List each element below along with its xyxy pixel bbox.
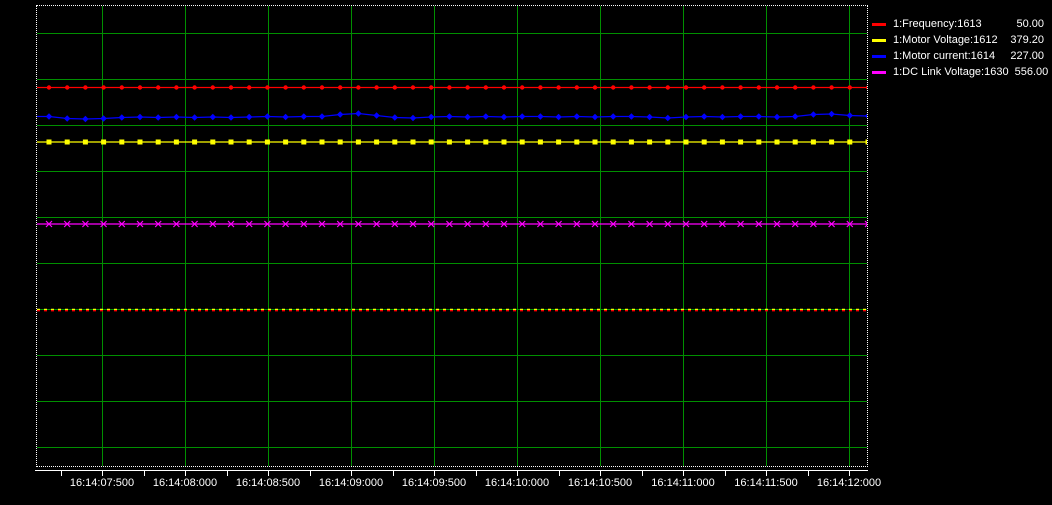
legend-label: 1:Motor current:1614: [893, 50, 995, 62]
legend: 1:Frequency:1613 50.00 1:Motor Voltage:1…: [872, 16, 1044, 80]
x-axis-tick: [725, 470, 726, 476]
x-axis-tick: [517, 470, 518, 476]
x-axis-tick: [310, 470, 311, 476]
x-axis-tick-label: 16:14:10:500: [555, 477, 645, 490]
legend-swatch-motor-current-icon: [872, 55, 886, 58]
legend-swatch-dc-link-voltage-icon: [872, 71, 886, 74]
x-axis-tick: [476, 470, 477, 476]
legend-label: 1:DC Link Voltage:1630: [893, 66, 1009, 78]
x-axis-tick-label: 16:14:11:000: [638, 477, 728, 490]
legend-value: 227.00: [1010, 50, 1044, 62]
legend-item-dc-link-voltage[interactable]: 1:DC Link Voltage:1630 556.00: [872, 64, 1044, 80]
x-axis-tick-label: 16:14:09:000: [306, 477, 396, 490]
x-axis-tick: [102, 470, 103, 476]
plot-svg: [37, 6, 867, 466]
legend-item-motor-voltage[interactable]: 1:Motor Voltage:1612 379.20: [872, 32, 1044, 48]
trace-monitor-window: { "colors": { "background": "#000000", "…: [0, 0, 1052, 505]
x-axis-tick: [61, 470, 62, 476]
x-axis-tick-label: 16:14:12:000: [804, 477, 894, 490]
x-axis-tick: [351, 470, 352, 476]
legend-item-motor-current[interactable]: 1:Motor current:1614 227.00: [872, 48, 1044, 64]
legend-label: 1:Frequency:1613: [893, 18, 982, 30]
plot-area: [36, 5, 868, 467]
legend-value: 50.00: [1016, 18, 1044, 30]
x-axis-tick: [600, 470, 601, 476]
x-axis-tick-label: 16:14:09:500: [389, 477, 479, 490]
x-axis-tick: [393, 470, 394, 476]
legend-value: 379.20: [1010, 34, 1044, 46]
x-axis-tick: [642, 470, 643, 476]
x-axis-tick-label: 16:14:11:500: [721, 477, 811, 490]
x-axis-tick: [808, 470, 809, 476]
legend-label: 1:Motor Voltage:1612: [893, 34, 998, 46]
x-axis-tick: [268, 470, 269, 476]
legend-value: 556.00: [1015, 66, 1049, 78]
x-axis-tick: [559, 470, 560, 476]
x-axis-tick: [434, 470, 435, 476]
x-axis-tick: [144, 470, 145, 476]
x-axis-tick: [227, 470, 228, 476]
x-axis-line: [35, 470, 868, 471]
x-axis-tick-label: 16:14:10:000: [472, 477, 562, 490]
x-axis-tick-label: 16:14:07:500: [57, 477, 147, 490]
x-axis-tick-label: 16:14:08:000: [140, 477, 230, 490]
x-axis-tick: [683, 470, 684, 476]
x-axis-tick: [849, 470, 850, 476]
legend-item-frequency[interactable]: 1:Frequency:1613 50.00: [872, 16, 1044, 32]
x-axis-tick: [185, 470, 186, 476]
legend-swatch-motor-voltage-icon: [872, 39, 886, 42]
x-axis-tick-label: 16:14:08:500: [223, 477, 313, 490]
legend-swatch-frequency-icon: [872, 23, 886, 26]
x-axis-tick: [766, 470, 767, 476]
